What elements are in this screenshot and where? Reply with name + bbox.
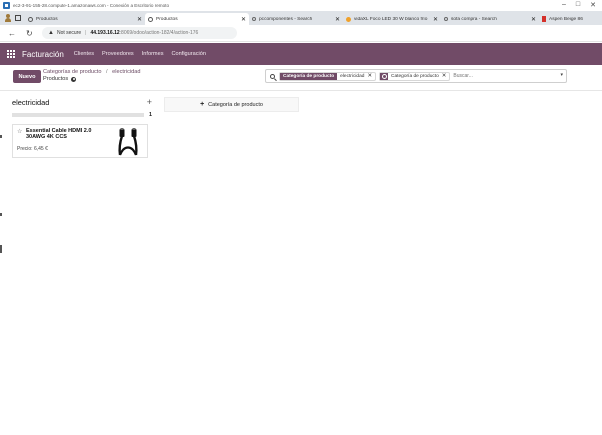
- gear-icon[interactable]: [71, 76, 77, 82]
- remove-facet-icon[interactable]: ✕: [442, 73, 450, 79]
- address-bar[interactable]: ▲ Not secure | 44.193.16.12 :8069/odoo/a…: [42, 27, 237, 39]
- browser-tab-aspen[interactable]: Aspen Beige 86: [539, 13, 594, 25]
- plus-icon: +: [200, 101, 205, 108]
- breadcrumb-current-category[interactable]: electricidad: [112, 69, 140, 75]
- progress-bar: [12, 113, 144, 117]
- kanban-view: electricidad + 1 ☆ Essential Cable HDMI …: [0, 91, 602, 435]
- app-name[interactable]: Facturación: [22, 50, 64, 59]
- tab-label: Aspen Beige 86: [549, 16, 583, 22]
- browser-tab-pccomponentes[interactable]: pccomponentes - Search ✕: [249, 13, 343, 25]
- column-count: 1: [149, 112, 152, 118]
- remote-desktop-title: ec2-3-91-155-28.compute-1.amazonaws.com …: [13, 3, 170, 8]
- search-input[interactable]: [453, 73, 514, 79]
- browser-tab-vidaxl[interactable]: vidaXL Foco LED 30 W blanco frío ✕: [343, 13, 441, 25]
- address-separator: |: [85, 30, 87, 36]
- menu-clientes[interactable]: Clientes: [74, 51, 94, 57]
- browser-toolbar: ← ↻ ▲ Not secure | 44.193.16.12 :8069/od…: [0, 25, 602, 42]
- search-bar[interactable]: Categoría de producto electricidad ✕ Cat…: [265, 69, 567, 83]
- add-category-button[interactable]: + Categoría de producto: [164, 97, 299, 112]
- new-button[interactable]: Nuevo: [13, 70, 41, 83]
- tab-label: sofa compra - Search: [451, 16, 497, 22]
- facet-value: electricidad: [340, 73, 365, 79]
- tab-label: vidaXL Foco LED 30 W blanco frío: [354, 16, 428, 22]
- odoo-icon: [148, 16, 153, 22]
- menu-configuracion[interactable]: Configuración: [172, 51, 207, 57]
- browser-tab-strip: Productos ✕ Productos ✕ pccomponentes - …: [0, 11, 602, 25]
- product-price: Precio: 6,45 €: [17, 146, 48, 152]
- tab-label: Productos: [156, 16, 178, 22]
- maximize-button[interactable]: □: [576, 1, 580, 9]
- facet-value: Categoría de producto: [391, 73, 439, 79]
- product-card[interactable]: ☆ Essential Cable HDMI 2.0 30AWG 4K CCS …: [12, 124, 148, 158]
- window-edge-mark: [0, 135, 2, 138]
- address-host: 44.193.16.12: [90, 30, 120, 36]
- browser-tab-sofa[interactable]: sofa compra - Search ✕: [441, 13, 539, 25]
- reload-icon[interactable]: ↻: [26, 29, 36, 38]
- breadcrumb-parent[interactable]: Categorías de producto: [43, 69, 101, 75]
- control-panel: Nuevo Categorías de producto / electrici…: [0, 65, 602, 91]
- remote-desktop-titlebar: ec2-3-91-155-28.compute-1.amazonaws.com …: [0, 0, 602, 11]
- column-progress: 1: [12, 112, 152, 118]
- breadcrumb-separator: /: [106, 69, 108, 75]
- remove-facet-icon[interactable]: ✕: [367, 73, 375, 79]
- tab-label: Productos: [36, 16, 58, 22]
- minimize-button[interactable]: –: [562, 1, 566, 9]
- filter-facet-category[interactable]: Categoría de producto electricidad ✕: [279, 71, 377, 81]
- hdmi-cable-image: [118, 128, 138, 156]
- tab-close-icon[interactable]: ✕: [531, 16, 536, 23]
- window-controls: – □ ✕: [562, 1, 596, 9]
- warning-icon: ▲: [48, 30, 54, 36]
- tab-close-icon[interactable]: ✕: [241, 16, 246, 23]
- menu-informes[interactable]: Informes: [142, 51, 164, 57]
- aspen-icon: [542, 16, 546, 22]
- groupby-facet-category[interactable]: Categoría de producto ✕: [379, 71, 451, 81]
- menu-proveedores[interactable]: Proveedores: [102, 51, 134, 57]
- browser-tab-productos[interactable]: Productos ✕: [25, 13, 145, 25]
- group-by-icon: [380, 72, 389, 80]
- tab-close-icon[interactable]: ✕: [433, 16, 438, 23]
- tab-close-icon[interactable]: ✕: [335, 16, 340, 23]
- column-header: electricidad +: [12, 96, 152, 108]
- window-edge-mark: [0, 245, 2, 253]
- vidaxl-icon: [346, 16, 351, 22]
- add-category-label: Categoría de producto: [208, 101, 263, 108]
- browser-tab-productos-active[interactable]: Productos ✕: [145, 13, 249, 25]
- star-icon[interactable]: ☆: [17, 128, 22, 135]
- product-name: Essential Cable HDMI 2.0 30AWG 4K CCS: [26, 128, 92, 140]
- column-add-button[interactable]: +: [147, 97, 152, 107]
- address-path: :8069/odoo/action-182/4/action-176: [119, 30, 199, 36]
- breadcrumb: Categorías de producto / electricidad Pr…: [43, 69, 140, 82]
- tab-label: pccomponentes - Search: [259, 16, 313, 22]
- odoo-navbar: Facturación Clientes Proveedores Informe…: [0, 43, 602, 65]
- page-title: Productos: [43, 76, 69, 82]
- kanban-column: electricidad + 1 ☆ Essential Cable HDMI …: [12, 96, 152, 158]
- odoo-icon: [28, 16, 33, 22]
- security-status: Not secure: [56, 30, 82, 36]
- chevron-down-icon[interactable]: ▾: [560, 72, 563, 78]
- back-arrow-icon[interactable]: ←: [8, 29, 18, 38]
- remote-desktop-icon: [3, 2, 10, 9]
- search-icon: [444, 17, 448, 21]
- tab-close-icon[interactable]: ✕: [137, 16, 142, 23]
- profile-icon[interactable]: [4, 14, 12, 22]
- column-title[interactable]: electricidad: [12, 98, 49, 107]
- close-window-button[interactable]: ✕: [590, 1, 596, 9]
- window-edge-mark: [0, 213, 2, 216]
- facet-label: Categoría de producto: [280, 72, 338, 80]
- apps-menu-icon[interactable]: [7, 49, 16, 59]
- tab-actions-icon[interactable]: [15, 15, 21, 21]
- search-icon[interactable]: [270, 73, 275, 79]
- tab-strip-controls: [0, 11, 25, 25]
- search-icon: [252, 17, 256, 21]
